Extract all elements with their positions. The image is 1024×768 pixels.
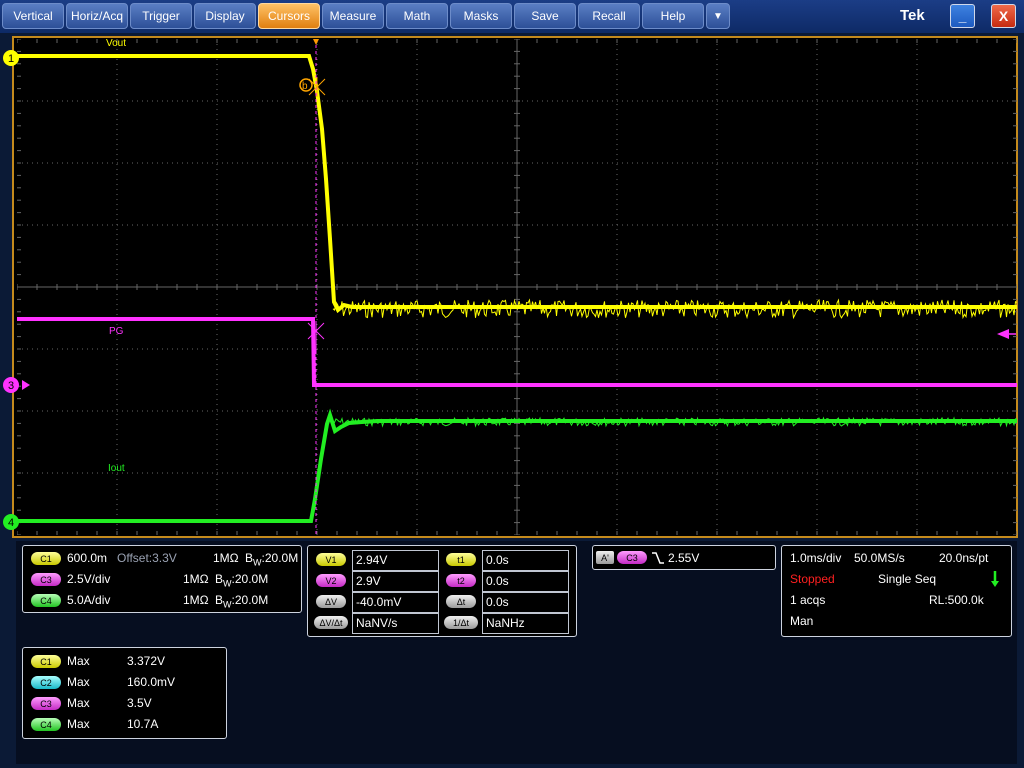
channel-markers: 1 3 4 [3, 50, 30, 530]
acq-mode: Single Seq [878, 572, 937, 586]
c3-impedance: 1MΩ [183, 572, 209, 586]
menu-measure[interactable]: Measure [322, 3, 384, 29]
c1-bandwidth: BW:20.0M [245, 551, 299, 568]
dvdt-value: NaNV/s [352, 613, 439, 634]
minimize-button[interactable]: _ [950, 4, 975, 28]
ch1-marker-label: 1 [8, 53, 14, 65]
menu-trigger[interactable]: Trigger [130, 3, 192, 29]
meas-c1-badge: C1 [31, 655, 61, 668]
c4-impedance: 1MΩ [183, 593, 209, 607]
trigger-mode: Man [790, 614, 814, 628]
meas-c2-value: 160.0mV [127, 675, 176, 689]
meas-c3-value: 3.5V [127, 696, 152, 710]
c4-scale: 5.0A/div [67, 593, 111, 607]
trigger-position-marker[interactable] [312, 39, 320, 45]
close-button[interactable]: X [991, 4, 1016, 28]
time-resolution: 20.0ns/pt [939, 551, 989, 565]
sample-rate: 50.0MS/s [854, 551, 905, 565]
dt-value: 0.0s [482, 592, 569, 613]
t2-value: 0.0s [482, 571, 569, 592]
channel-settings-box[interactable]: C1 600.0m Offset:3.3V 1MΩ BW:20.0M C3 2.… [22, 545, 302, 613]
meas-c2-badge: C2 [31, 676, 61, 689]
iout-label: Iout [108, 463, 125, 474]
menu-math[interactable]: Math [386, 3, 448, 29]
meas-c4-value: 10.7A [127, 717, 159, 731]
c1-scale: 600.0m [67, 551, 108, 565]
pg-label: PG [109, 326, 124, 337]
c1-impedance: 1MΩ [213, 551, 239, 565]
meas-c2-name: Max [67, 675, 90, 689]
meas-c1-value: 3.372V [127, 654, 166, 668]
trigger-armed-icon [991, 571, 999, 587]
c1-badge[interactable]: C1 [31, 552, 61, 565]
c4-bandwidth: BW:20.0M [215, 593, 269, 610]
menu-recall[interactable]: Recall [578, 3, 640, 29]
menu-bar: Vertical Horiz/Acq Trigger Display Curso… [0, 0, 1024, 33]
measurements-box[interactable]: C1 Max 3.372V C2 Max 160.0mV C3 Max 3.5V… [22, 647, 227, 739]
meas-c1-name: Max [67, 654, 90, 668]
menu-horiz-acq[interactable]: Horiz/Acq [66, 3, 128, 29]
ch3-offset-arrow [22, 380, 30, 390]
trigger-source-badge: C3 [617, 551, 647, 564]
graticule [17, 39, 1017, 535]
meas-c4-badge: C4 [31, 718, 61, 731]
acquisition-box[interactable]: 1.0ms/div 50.0MS/s 20.0ns/pt Stopped Sin… [781, 545, 1012, 637]
menu-more-button[interactable]: ▼ [706, 3, 730, 29]
menu-masks[interactable]: Masks [450, 3, 512, 29]
meas-c4-name: Max [67, 717, 90, 731]
cursor-readout-box[interactable]: V1 2.94V V2 2.9V ΔV -40.0mV ΔV/Δt NaNV/s… [307, 545, 577, 637]
menu-vertical[interactable]: Vertical [2, 3, 64, 29]
c3-badge[interactable]: C3 [31, 573, 61, 586]
dv-value: -40.0mV [352, 592, 439, 613]
dt-badge: Δt [446, 595, 476, 608]
meas-c3-name: Max [67, 696, 90, 710]
trigger-level: 2.55V [668, 551, 700, 565]
ch3-marker-label: 3 [8, 380, 14, 392]
v1-badge: V1 [316, 553, 346, 566]
record-length: RL:500.0k [929, 593, 984, 607]
t1-badge: t1 [446, 553, 476, 566]
trigger-mode-badge: A' [596, 551, 614, 564]
vout-label: Vout [106, 39, 126, 49]
menu-help[interactable]: Help [642, 3, 704, 29]
c1-offset: Offset:3.3V [117, 551, 177, 565]
time-per-div: 1.0ms/div [790, 551, 842, 565]
acq-status: Stopped [790, 572, 835, 586]
waveform-display[interactable]: b Vout PG Iout [17, 39, 1017, 535]
trigger-box[interactable]: A' C3 2.55V [592, 545, 776, 570]
dvdt-badge: ΔV/Δt [314, 616, 348, 629]
v1-value: 2.94V [352, 550, 439, 571]
cursor-b-label: b [302, 81, 308, 92]
falling-edge-icon [652, 552, 664, 564]
acq-count: 1 acqs [790, 593, 826, 607]
brand-logo: Tek [900, 7, 925, 24]
menu-save[interactable]: Save [514, 3, 576, 29]
cursor-a-crosshair[interactable] [307, 321, 325, 351]
t1-value: 0.0s [482, 550, 569, 571]
ch4-marker-label: 4 [8, 517, 14, 529]
meas-c3-badge: C3 [31, 697, 61, 710]
t2-badge: t2 [446, 574, 476, 587]
c4-badge[interactable]: C4 [31, 594, 61, 607]
inv-dt-value: NaNHz [482, 613, 569, 634]
v2-badge: V2 [316, 574, 346, 587]
menu-display[interactable]: Display [194, 3, 256, 29]
v2-value: 2.9V [352, 571, 439, 592]
dv-badge: ΔV [316, 595, 346, 608]
c3-scale: 2.5V/div [67, 572, 111, 586]
c3-bandwidth: BW:20.0M [215, 572, 269, 589]
inv-dt-badge: 1/Δt [444, 616, 478, 629]
menu-cursors[interactable]: Cursors [258, 3, 320, 29]
